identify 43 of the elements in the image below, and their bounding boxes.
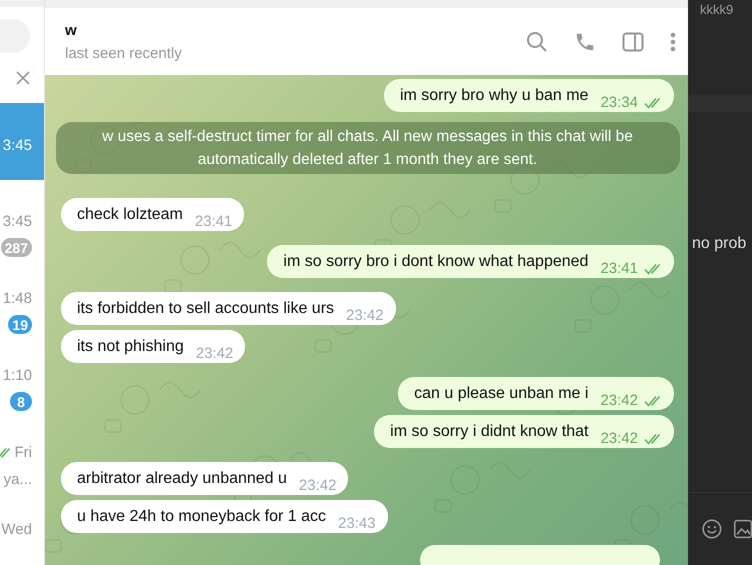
unread-badge: 19 xyxy=(8,315,32,334)
message-text: arbitrator already unbanned u xyxy=(77,469,287,489)
message-time: 23:34 xyxy=(600,94,662,111)
sidebar-toggle-icon[interactable] xyxy=(622,30,644,52)
chat-time: 1:48 xyxy=(2,290,32,308)
chat-time: Wed xyxy=(1,521,32,538)
chat-time: 3:45 xyxy=(2,213,32,230)
message-time: 23:42 xyxy=(196,345,234,362)
message-text: u have 24h to moneyback for 1 acc xyxy=(77,507,326,527)
chat-list-item[interactable]: 3:45 xyxy=(0,103,44,180)
chat-time: Fri xyxy=(0,444,32,462)
message-text: im sorry bro why u ban me xyxy=(400,86,588,106)
message-text: its forbidden to sell accounts like urs xyxy=(77,299,334,319)
message-time: 23:41 xyxy=(600,260,662,277)
message-text: check lolzteam xyxy=(77,205,183,225)
chat-list-item[interactable]: 1:10 8 xyxy=(0,334,44,412)
message-text: its not phishing xyxy=(77,337,184,357)
chat-list-item[interactable]: 1:48 19 xyxy=(0,257,44,334)
more-icon[interactable] xyxy=(670,30,676,52)
close-icon[interactable] xyxy=(16,71,30,86)
message-text: im so sorry i didnt know that xyxy=(390,422,588,442)
chat-time: 3:45 xyxy=(2,137,32,154)
unread-badge: 287 xyxy=(0,238,32,258)
chat-title: kkkk9 xyxy=(699,1,734,17)
message-time: 23:41 xyxy=(194,213,232,230)
last-seen-status: last seen recently xyxy=(65,44,183,62)
message-text: im so sorry bro i dont know what happened xyxy=(283,252,588,272)
contact-name[interactable]: w xyxy=(65,22,526,38)
message-time: 23:43 xyxy=(338,515,376,532)
chat-list-item[interactable]: 3:45 287 xyxy=(0,180,44,258)
chat-list-item[interactable]: Wed xyxy=(0,488,44,565)
message-time: 23:42 xyxy=(298,477,336,494)
message-time: 23:42 xyxy=(600,392,662,409)
chat-time: 1:10 xyxy=(2,367,32,384)
search-icon[interactable] xyxy=(526,30,548,52)
message-time: 23:42 xyxy=(600,430,662,447)
message-preview: ya... xyxy=(4,471,32,488)
message-text: no prob xyxy=(691,235,748,253)
message-time: 23:42 xyxy=(346,307,384,324)
service-message: w uses a self-destruct timer for all chats. All new messages in this chat will be automatically deleted after 1 month they are sent. xyxy=(56,122,680,174)
unread-badge: 8 xyxy=(10,392,32,412)
message-text: can u please unban me i xyxy=(414,384,588,404)
chat-list-item[interactable]: Fri ya... xyxy=(0,411,44,488)
